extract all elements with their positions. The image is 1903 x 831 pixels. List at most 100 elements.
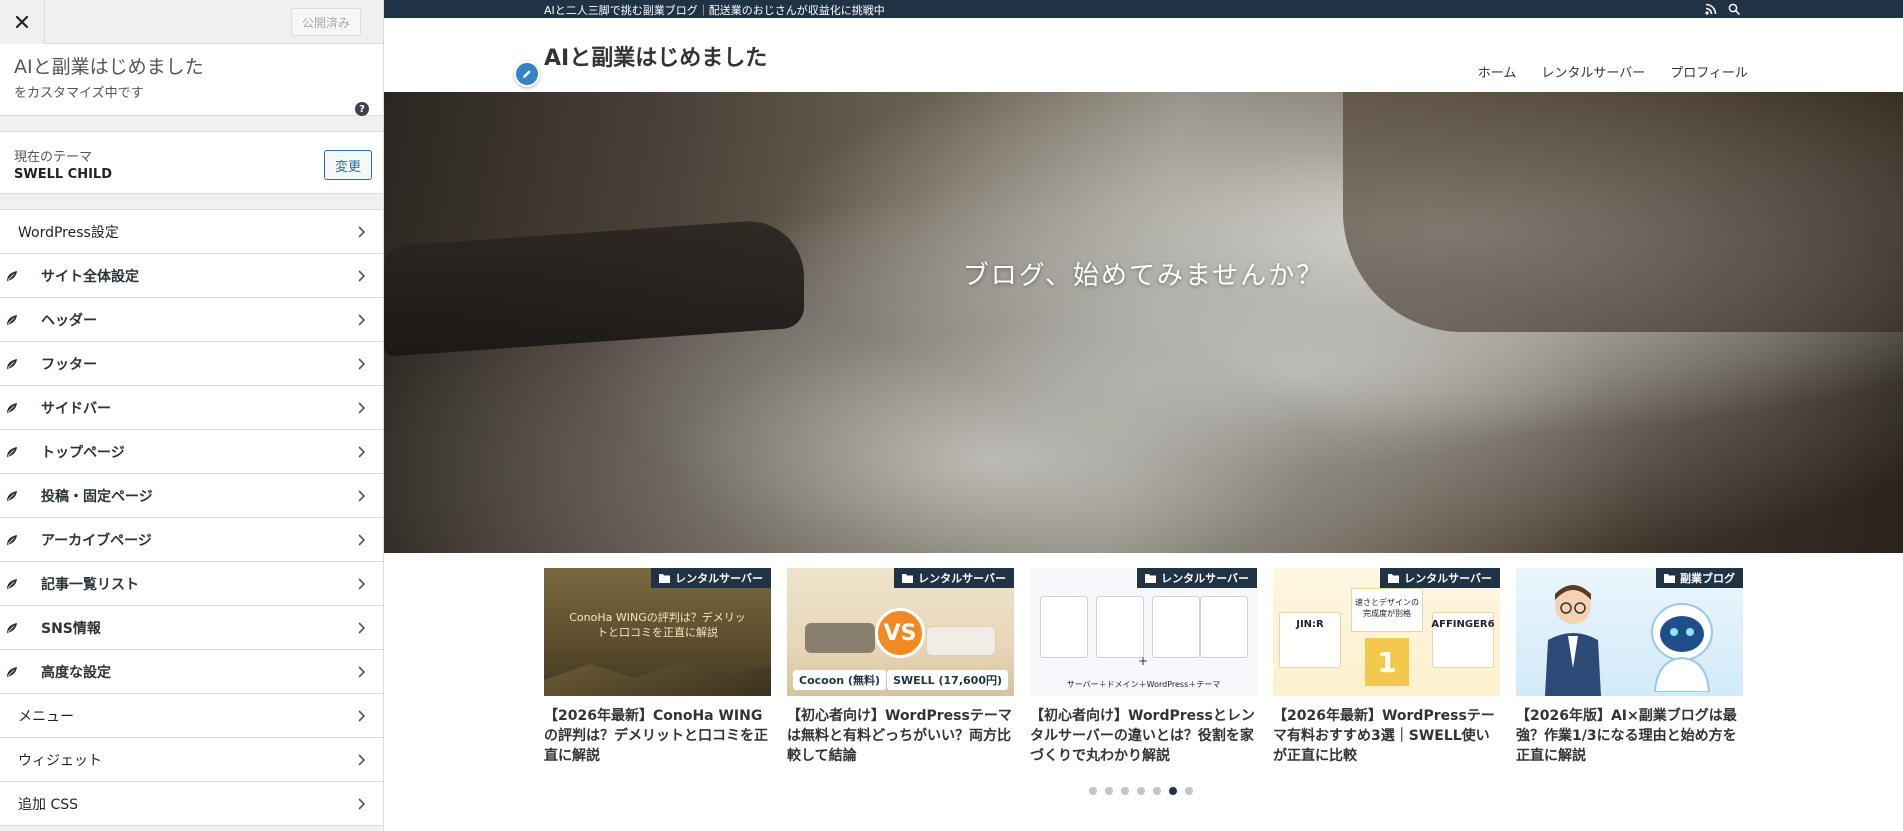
vs-badge: VS (875, 608, 925, 658)
category-badge: 副業ブログ (1656, 568, 1743, 588)
slider-dot[interactable] (1169, 787, 1177, 795)
post-title[interactable]: 【初心者向け】WordPressとレンタルサーバーの違いとは？役割を家づくりで丸… (1030, 706, 1257, 766)
thumbnail-mountains (544, 662, 771, 696)
panel-item-wordpress[interactable]: WordPress設定 (0, 210, 383, 254)
chevron-right-icon (358, 270, 366, 282)
panel-item-item-8[interactable]: 記事一覧リスト (0, 562, 383, 606)
chevron-right-icon (358, 666, 366, 678)
top-bar-text: AIと二人三脚で挑む副業ブログ｜配送業のおじさんが収益化に挑戦中 (544, 4, 885, 17)
post-thumbnail[interactable]: 速さとデザインの完成度が別格 JIN:R 1 AFFINGER6 レンタルサーバ… (1273, 568, 1500, 696)
nav-item-profile[interactable]: プロフィール (1670, 62, 1748, 81)
close-customizer-button[interactable] (0, 0, 45, 44)
slider-pagination (1089, 787, 1193, 795)
nav-item-rental-server[interactable]: レンタルサーバー (1541, 62, 1645, 81)
post-thumbnail[interactable]: 副業ブログ (1516, 568, 1743, 696)
swell-leaf-icon (7, 271, 17, 281)
panel-item-item-7[interactable]: アーカイブページ (0, 518, 383, 562)
post-card[interactable]: 速さとデザインの完成度が別格 JIN:R 1 AFFINGER6 レンタルサーバ… (1273, 568, 1500, 766)
swell-leaf-icon (7, 535, 17, 545)
panel-item-item-3[interactable]: フッター (0, 342, 383, 386)
post-title[interactable]: 【2026年版】AI×副業ブログは最強？作業1/3になる理由と始め方を正直に解説 (1516, 706, 1743, 766)
hero-text: ブログ、始めてみませんか？ (962, 261, 1325, 291)
nav-item-home[interactable]: ホーム (1478, 62, 1517, 81)
person-illustration (1545, 585, 1601, 696)
change-theme-button[interactable]: 変更 (324, 150, 372, 180)
publish-button[interactable]: 公開済み (291, 8, 361, 36)
slider-dot[interactable] (1121, 787, 1129, 795)
slider-dot[interactable] (1153, 787, 1161, 795)
panel-item-label: アーカイブページ (41, 532, 152, 549)
panel-item-label: SNS情報 (41, 620, 101, 637)
slider-dot[interactable] (1185, 787, 1193, 795)
customizer-subtitle: をカスタマイズ中です (14, 86, 144, 101)
swell-leaf-icon (7, 447, 17, 457)
chevron-right-icon (358, 446, 366, 458)
category-badge: レンタルサーバー (894, 568, 1014, 588)
chevron-right-icon (358, 798, 366, 810)
rss-icon[interactable] (1705, 3, 1717, 15)
panel-item-label: ウィジェット (18, 752, 102, 769)
post-card[interactable]: + サーバー＋ドメイン＋WordPress＋テーマ レンタルサーバー 【初心者向… (1030, 568, 1257, 766)
site-logo[interactable]: AIと副業はじめました (544, 40, 767, 72)
help-icon[interactable]: ? (355, 102, 369, 116)
hero-image: ブログ、始めてみませんか？ (384, 92, 1903, 553)
post-card[interactable]: VS Cocoon (無料) SWELL (17,600円) レンタルサーバー … (787, 568, 1014, 766)
panel-item-label: サイドバー (41, 400, 111, 417)
category-badge: レンタルサーバー (651, 568, 771, 588)
category-badge: レンタルサーバー (1380, 568, 1500, 588)
panel-item-label: 投稿・固定ページ (41, 488, 153, 505)
post-thumbnail[interactable]: ConoHa WINGの評判は？デメリットと口コミを正直に解説 レンタルサーバー (544, 568, 771, 696)
folder-icon (1388, 574, 1400, 583)
panel-item-css[interactable]: 追加 CSS (0, 782, 383, 826)
chevron-right-icon (358, 490, 366, 502)
current-theme-section: 現在のテーマ SWELL CHILD 変更 (0, 131, 383, 194)
panel-item-label: 記事一覧リスト (41, 576, 139, 593)
top-bar: AIと二人三脚で挑む副業ブログ｜配送業のおじさんが収益化に挑戦中 (384, 0, 1903, 18)
folder-icon (1145, 574, 1157, 583)
thumbnail-heading: 速さとデザインの完成度が別格 (1351, 588, 1423, 632)
search-icon[interactable] (1728, 3, 1740, 15)
post-title[interactable]: 【初心者向け】WordPressテーマは無料と有料どっちがいい？両方比較して結論 (787, 706, 1014, 766)
panel-item-label: ヘッダー (41, 312, 97, 329)
thumbnail-box (1152, 596, 1200, 658)
panel-item-item-2[interactable]: ヘッダー (0, 298, 383, 342)
thumbnail-sofa (805, 623, 875, 653)
edit-shortcut-button[interactable] (514, 61, 540, 87)
panel-item-item-10[interactable]: 高度な設定 (0, 650, 383, 694)
post-card[interactable]: ConoHa WINGの評判は？デメリットと口コミを正直に解説 レンタルサーバー… (544, 568, 771, 766)
swell-leaf-icon (7, 359, 17, 369)
slider-dot[interactable] (1137, 787, 1145, 795)
chevron-right-icon (358, 754, 366, 766)
site-header: AIと副業はじめました ホーム レンタルサーバー プロフィール (384, 18, 1903, 92)
post-title[interactable]: 【2026年最新】ConoHa WINGの評判は？デメリットと口コミを正直に解説 (544, 706, 771, 766)
panel-item-label: トップページ (41, 444, 125, 461)
chevron-right-icon (358, 710, 366, 722)
slider-dot[interactable] (1089, 787, 1097, 795)
folder-icon (902, 574, 914, 583)
thumbnail-label-left: Cocoon (無料) (793, 670, 886, 690)
panel-item-label: 高度な設定 (41, 664, 111, 681)
panel-item-item-12[interactable]: ウィジェット (0, 738, 383, 782)
slider-dot[interactable] (1105, 787, 1113, 795)
post-thumbnail[interactable]: VS Cocoon (無料) SWELL (17,600円) レンタルサーバー (787, 568, 1014, 696)
panel-item-label: 追加 CSS (18, 796, 78, 813)
panel-item-item-1[interactable]: サイト全体設定 (0, 254, 383, 298)
panel-item-item-4[interactable]: サイドバー (0, 386, 383, 430)
chevron-right-icon (358, 534, 366, 546)
swell-leaf-icon (7, 579, 17, 589)
panel-item-sns[interactable]: SNS情報 (0, 606, 383, 650)
thumbnail-box (1200, 596, 1248, 658)
robot-illustration (1651, 603, 1713, 692)
post-thumbnail[interactable]: + サーバー＋ドメイン＋WordPress＋テーマ レンタルサーバー (1030, 568, 1257, 696)
post-card[interactable]: 副業ブログ 【2026年版】AI×副業ブログは最強？作業1/3になる理由と始め方… (1516, 568, 1743, 766)
thumbnail-badge-right: AFFINGER6 (1431, 612, 1495, 668)
thumbnail-badge-left: JIN:R (1279, 612, 1341, 668)
panel-item-item-6[interactable]: 投稿・固定ページ (0, 474, 383, 518)
panel-item-item-5[interactable]: トップページ (0, 430, 383, 474)
panel-item-item-11[interactable]: メニュー (0, 694, 383, 738)
customizer-sidebar: 公開済み AIと副業はじめました をカスタマイズ中です ? 現在のテーマ SWE… (0, 0, 384, 831)
post-title[interactable]: 【2026年最新】WordPressテーマ有料おすすめ3選｜SWELL使いが正直… (1273, 706, 1500, 766)
thumbnail-text: ConoHa WINGの評判は？デメリットと口コミを正直に解説 (569, 611, 746, 639)
swell-leaf-icon (7, 403, 17, 413)
chevron-right-icon (358, 402, 366, 414)
